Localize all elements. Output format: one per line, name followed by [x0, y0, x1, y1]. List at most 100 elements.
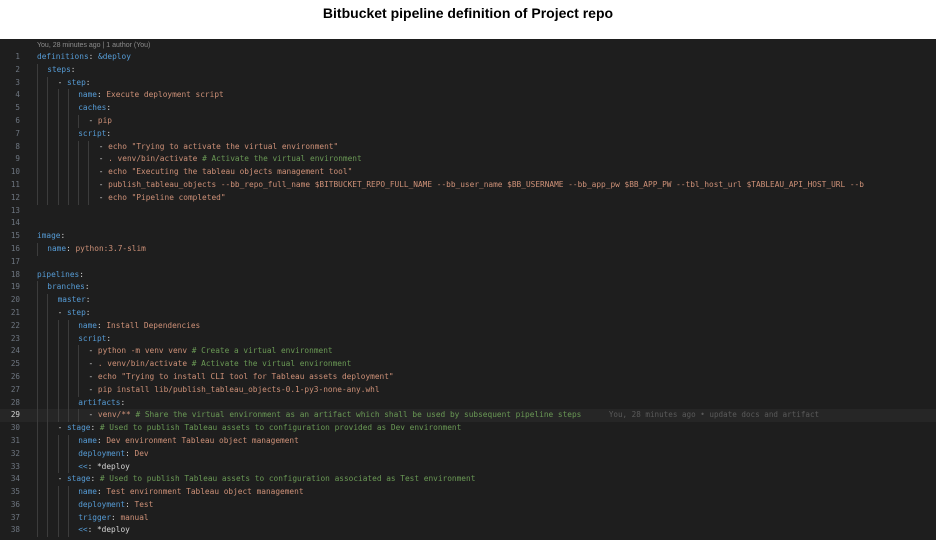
code-line[interactable]: 10 - echo "Executing the tableau objects … [0, 166, 936, 179]
indent-guide [57, 345, 68, 359]
indent-guide [47, 294, 57, 307]
indent-guide [47, 498, 57, 512]
code-token: Execute deployment script [106, 90, 224, 100]
code-line[interactable]: 18 pipelines: [0, 269, 936, 282]
code-editor[interactable]: You, 28 minutes ago | 1 author (You) 1 de… [0, 39, 936, 540]
line-number: 17 [10, 256, 20, 266]
line-number: 30 [10, 423, 20, 433]
line-text: - . venv/bin/activate # Activate the vir… [37, 358, 351, 371]
code-line[interactable]: 33 <<: *deploy [0, 460, 936, 474]
code-token: . venv/bin/activate [97, 359, 192, 369]
code-token: : [125, 499, 135, 509]
code-line[interactable]: 38 <<: *deploy [0, 524, 936, 538]
indent-guide [67, 319, 78, 333]
code-line[interactable]: 13 [0, 205, 936, 218]
line-number: 16 [10, 243, 20, 253]
code-line[interactable]: 5 caches: [0, 102, 936, 115]
indent-guide [67, 166, 78, 179]
blame-header[interactable]: You, 28 minutes ago | 1 author (You) [37, 40, 150, 51]
indent-guide [37, 473, 47, 487]
line-text: deployment: Test [37, 498, 153, 512]
indent-guide [67, 396, 78, 410]
code-token: - [88, 410, 98, 420]
code-token: # Activate the virtual environment [202, 154, 362, 164]
code-token: : [84, 282, 90, 292]
indent-guide [37, 460, 47, 474]
code-line[interactable]: 9 - . venv/bin/activate # Activate the vi… [0, 153, 936, 167]
code-line[interactable]: 27 - pip install lib/publish_tableau_obje… [0, 383, 936, 397]
line-text: - venv/** # Share the virtual environmen… [37, 409, 819, 423]
code-token: script [78, 128, 107, 138]
code-line[interactable]: 37 trigger: manual [0, 511, 936, 525]
code-line[interactable]: 31 name: Dev environment Tableau object m… [0, 434, 936, 448]
code-token: - [88, 384, 98, 394]
code-line[interactable]: 3 - step: [0, 76, 936, 90]
line-number: 31 [10, 435, 20, 445]
code-line[interactable]: 32 deployment: Dev [0, 447, 936, 461]
code-line[interactable]: 26 - echo "Trying to install CLI tool for… [0, 370, 936, 384]
code-line[interactable]: 36 deployment: Test [0, 498, 936, 512]
code-line[interactable]: 11 - publish_tableau_objects --bb_repo_fu… [0, 178, 936, 192]
code-line[interactable]: 23 script: [0, 332, 936, 346]
code-line[interactable]: 22 name: Install Dependencies [0, 319, 936, 333]
code-line[interactable]: 12 - echo "Pipeline completed" [0, 191, 936, 205]
line-text: steps: [37, 63, 75, 77]
code-line[interactable]: 35 name: Test environment Tableau object … [0, 486, 936, 499]
indent-guide [37, 345, 47, 359]
indent-guide [57, 498, 68, 512]
code-token: trigger [78, 512, 112, 522]
code-line[interactable]: 30 - stage: # Used to publish Tableau ass… [0, 422, 936, 435]
code-line[interactable]: 16 name: python:3.7-slim [0, 242, 936, 256]
line-number: 34 [10, 474, 20, 484]
indent-guide [37, 63, 47, 77]
indent-guide [78, 191, 88, 205]
code-line[interactable]: 17 [0, 256, 936, 269]
code-line[interactable]: 29 - venv/** # Share the virtual environm… [0, 409, 936, 423]
code-line[interactable]: 24 - python -m venv venv # Create a virtu… [0, 345, 936, 359]
code-token: python -m venv venv [97, 346, 192, 356]
indent-guide [37, 332, 47, 346]
indent-guide [37, 447, 47, 461]
indent-guide [88, 178, 98, 192]
indent-guide [47, 332, 57, 346]
indent-guide [47, 409, 57, 423]
indent-guide [57, 460, 68, 474]
line-text: script: [37, 332, 111, 346]
line-text: caches: [37, 102, 111, 115]
indent-guide [67, 127, 78, 141]
code-line[interactable]: 7 script: [0, 127, 936, 141]
code-line[interactable]: 4 name: Execute deployment script [0, 89, 936, 103]
line-number: 11 [10, 179, 20, 189]
line-number: 20 [10, 295, 20, 305]
line-number: 29 [10, 410, 20, 420]
code-line[interactable]: 19 branches: [0, 281, 936, 295]
code-token: : [96, 435, 107, 445]
code-line[interactable]: 15 image: [0, 230, 936, 243]
code-token: : [79, 269, 84, 279]
code-line[interactable]: 28 artifacts: [0, 396, 936, 410]
code-line[interactable]: 34 - stage: # Used to publish Tableau ass… [0, 473, 936, 487]
indent-guide [67, 345, 78, 359]
code-line[interactable]: 1 definitions: &deploy [0, 51, 936, 64]
code-line[interactable]: 14 [0, 217, 936, 230]
line-text: <<: *deploy [37, 460, 130, 474]
code-token: : [60, 231, 66, 241]
code-token: : [120, 397, 126, 407]
code-line[interactable]: 6 - pip [0, 114, 936, 128]
code-line[interactable]: 8 - echo "Trying to activate the virtual … [0, 140, 936, 154]
code-line[interactable]: 2 steps: [0, 63, 936, 77]
line-text: - stage: # Used to publish Tableau asset… [37, 422, 461, 435]
code-area[interactable]: 1 definitions: &deploy 2 steps: 3 - step: 4 nam… [0, 51, 936, 538]
indent-guide [78, 140, 88, 154]
code-line[interactable]: 21 - step: [0, 306, 936, 320]
indent-guide [57, 409, 68, 423]
line-text: name: Test environment Tableau object ma… [37, 486, 304, 499]
indent-guide [78, 114, 88, 128]
indent-guide [57, 370, 68, 384]
code-token: - [88, 359, 98, 369]
code-line[interactable]: 25 - . venv/bin/activate # Activate the v… [0, 358, 936, 371]
code-line[interactable]: 20 master: [0, 294, 936, 307]
code-token: : [85, 77, 91, 87]
indent-guide [47, 447, 57, 461]
indent-guide [47, 102, 57, 115]
